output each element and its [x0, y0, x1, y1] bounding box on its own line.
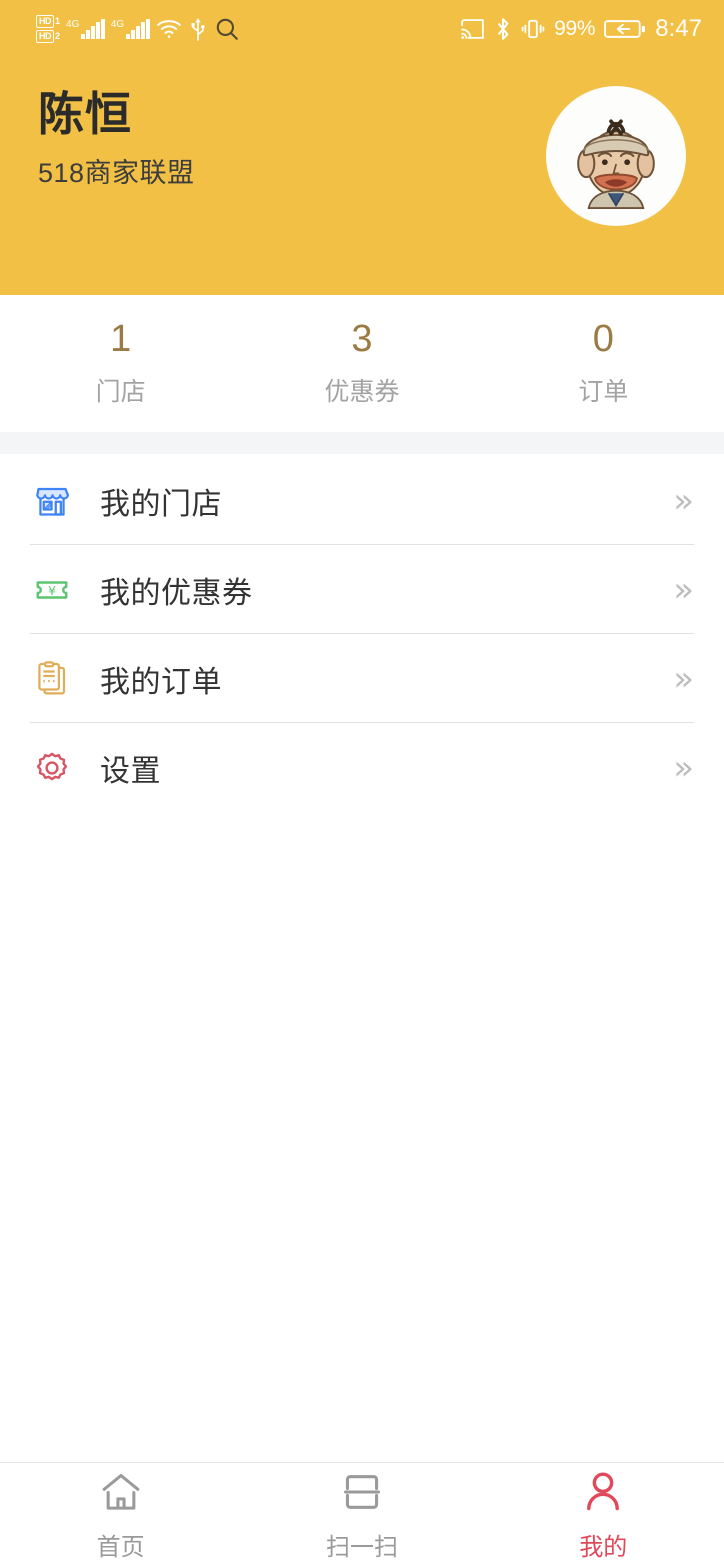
stat-stores-label: 门店	[95, 378, 146, 407]
status-bar-left: HD 1 HD 2 4G 4G	[36, 15, 240, 43]
alliance-label: 518商家联盟	[38, 157, 195, 188]
hd2-label: HD	[36, 30, 54, 43]
coupon-icon: ¥	[32, 570, 72, 610]
nav-tab-mine-label: 我的	[579, 1534, 628, 1561]
hd1-number: 1	[55, 16, 61, 26]
signal-bars-1	[81, 19, 105, 39]
search-icon[interactable]	[214, 16, 240, 42]
signal-2-icon: 4G	[111, 19, 150, 39]
hd2-icon: HD 2	[36, 30, 60, 43]
menu-item-my-store-label: 我的门店	[100, 487, 222, 521]
user-avatar-illustration	[577, 119, 655, 210]
signal-bars-2	[126, 19, 150, 39]
menu-item-my-store[interactable]: 我的门店 »	[0, 456, 724, 545]
bottom-navigation: 首页 扫一扫 我的	[0, 1462, 724, 1568]
content-spacer	[0, 812, 724, 1462]
nav-tab-mine[interactable]: 我的	[483, 1469, 724, 1562]
stat-coupons-value: 3	[351, 317, 373, 360]
chevron-right-icon: »	[673, 569, 694, 610]
stat-orders-value: 0	[592, 317, 614, 360]
menu-list: 我的门店 » ¥ 我的优惠券 » 我的订单 » 设置 »	[0, 454, 724, 812]
menu-item-my-orders-label: 我的订单	[100, 665, 222, 699]
stat-orders[interactable]: 0 订单	[483, 317, 724, 409]
chevron-right-icon: »	[673, 480, 694, 521]
status-bar-right: 99% 8:47	[460, 15, 702, 43]
clock-label: 8:47	[655, 15, 702, 42]
chevron-right-icon: »	[673, 658, 694, 699]
network-type-1-label: 4G	[66, 19, 80, 30]
clipboard-icon	[32, 659, 72, 699]
profile-text-block: 陈恒 518商家联盟	[38, 88, 195, 190]
network-type-2-label: 4G	[110, 19, 125, 30]
stat-stores[interactable]: 1 门店	[0, 317, 241, 409]
status-bar: HD 1 HD 2 4G 4G 99% 8:47	[0, 0, 724, 58]
hd2-number: 2	[55, 31, 61, 41]
battery-percent-label: 99%	[554, 17, 596, 40]
nav-tab-scan-label: 扫一扫	[325, 1534, 398, 1561]
cast-icon	[460, 18, 485, 40]
stats-row: 1 门店 3 优惠券 0 订单	[0, 295, 724, 432]
page-title: 陈恒	[38, 88, 132, 140]
nav-tab-home-label: 首页	[96, 1534, 145, 1561]
battery-charging-icon	[604, 18, 646, 40]
hd1-label: HD	[36, 15, 54, 28]
nav-tab-scan[interactable]: 扫一扫	[241, 1469, 482, 1562]
person-icon	[580, 1469, 626, 1520]
vibrate-icon	[521, 17, 545, 41]
store-icon	[32, 481, 72, 521]
bluetooth-icon	[494, 16, 512, 42]
hd1-icon: HD 1	[36, 15, 60, 28]
home-icon	[98, 1469, 144, 1520]
section-separator	[0, 432, 724, 454]
signal-1-icon: 4G	[66, 19, 105, 39]
svg-text:¥: ¥	[48, 583, 56, 598]
menu-item-my-orders[interactable]: 我的订单 »	[0, 634, 724, 723]
stat-orders-label: 订单	[578, 378, 629, 407]
chevron-right-icon: »	[673, 747, 694, 788]
stat-coupons[interactable]: 3 优惠券	[241, 317, 482, 409]
nav-tab-home[interactable]: 首页	[0, 1469, 241, 1562]
profile-header: 陈恒 518商家联盟	[0, 58, 724, 295]
menu-item-settings-label: 设置	[100, 754, 161, 788]
wifi-icon	[156, 18, 182, 40]
avatar[interactable]	[546, 86, 686, 226]
stat-stores-value: 1	[110, 317, 132, 360]
usb-icon	[188, 16, 208, 42]
stat-coupons-label: 优惠券	[324, 378, 400, 407]
menu-item-my-coupons-label: 我的优惠券	[100, 576, 253, 610]
hd-indicators: HD 1 HD 2	[36, 15, 60, 43]
scan-icon	[339, 1469, 385, 1520]
menu-item-my-coupons[interactable]: ¥ 我的优惠券 »	[0, 545, 724, 634]
app-screen: HD 1 HD 2 4G 4G 99% 8:47 陈恒 518商家联盟 1 门店…	[0, 0, 724, 1568]
menu-item-settings[interactable]: 设置 »	[0, 723, 724, 812]
gear-icon	[32, 748, 72, 788]
